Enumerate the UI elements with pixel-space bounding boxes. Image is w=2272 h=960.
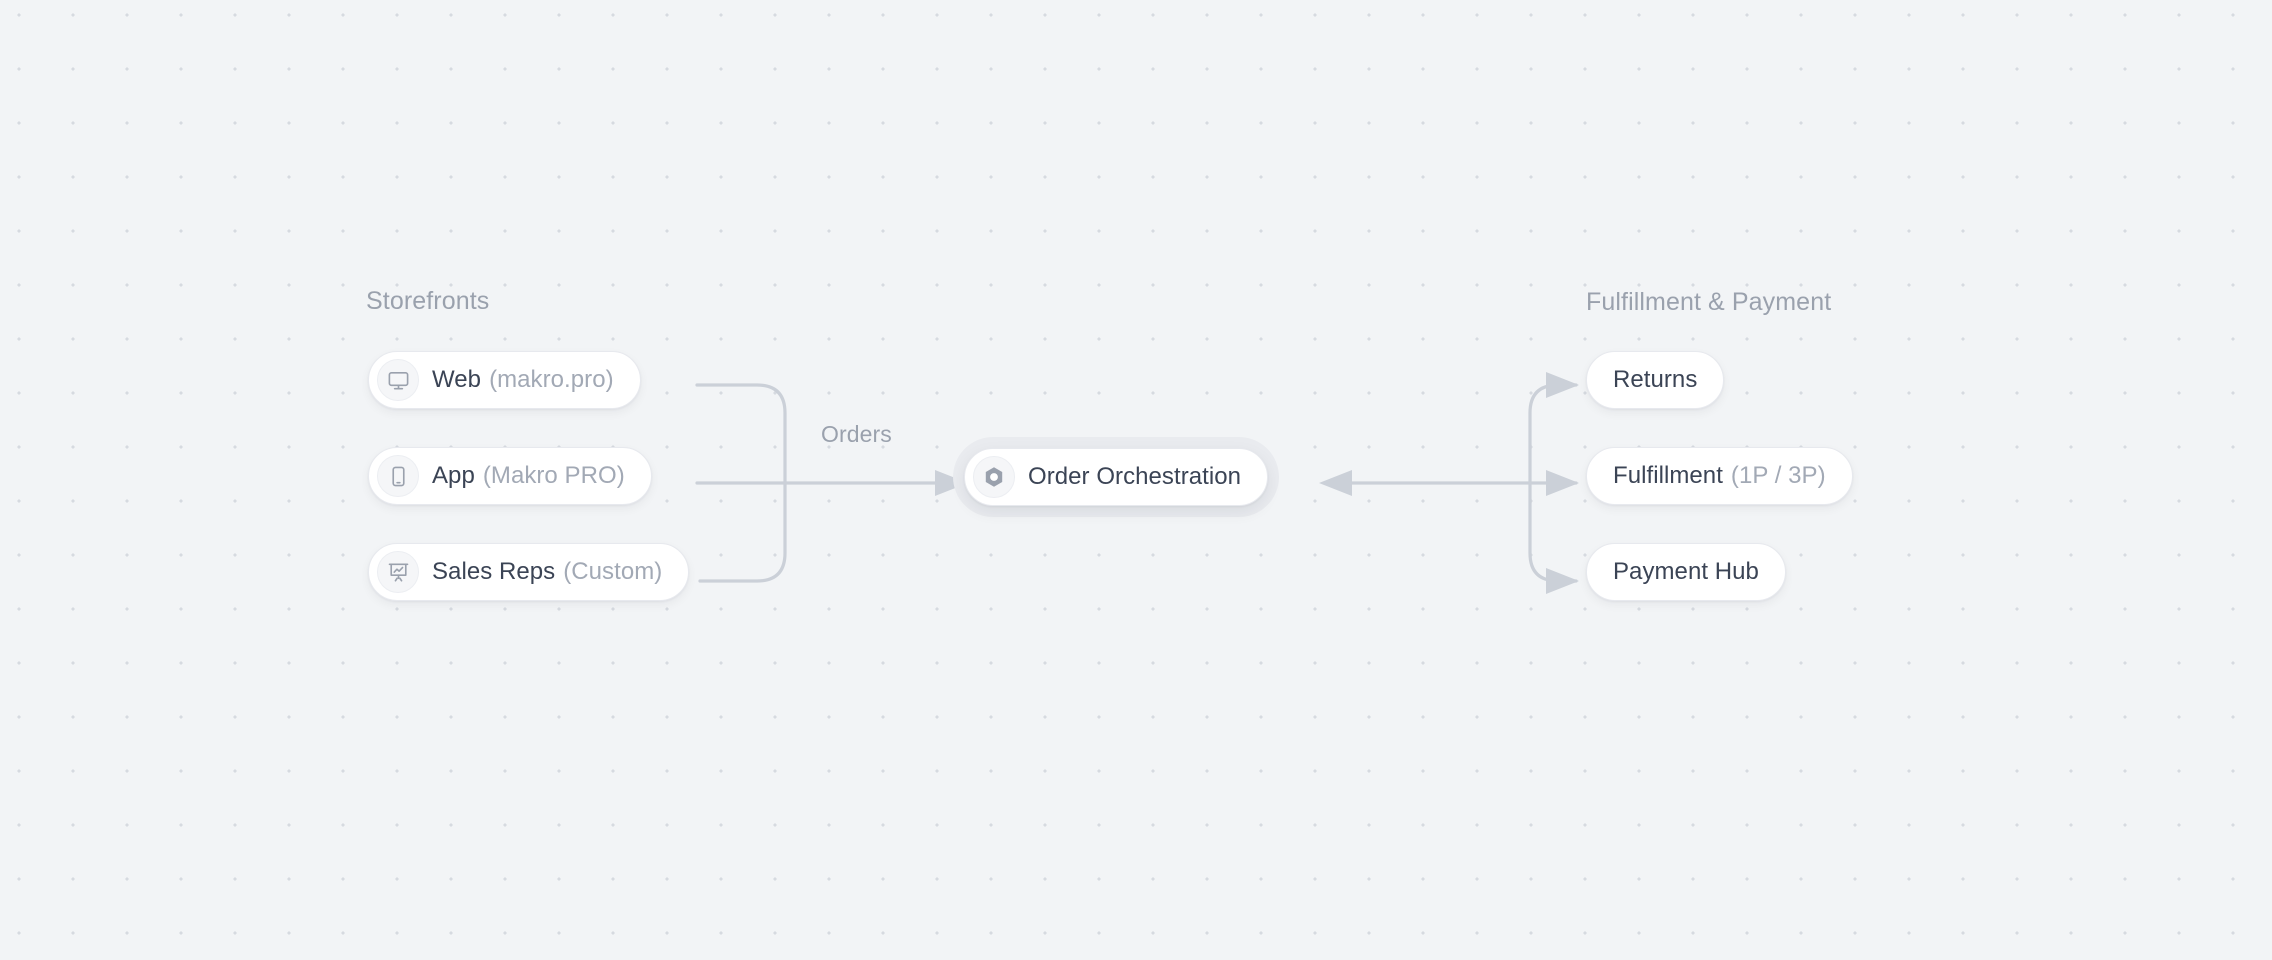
node-label: Sales Reps <box>432 558 556 585</box>
node-order-orchestration[interactable]: Order Orchestration <box>964 448 1269 506</box>
diagram-canvas: Storefronts Fulfillment & Payment Orders… <box>0 0 2272 960</box>
node-fulfillment[interactable]: Fulfillment (1P / 3P) <box>1586 447 1853 505</box>
presentation-icon <box>377 551 419 593</box>
node-sublabel: (1P / 3P) <box>1730 462 1826 489</box>
node-sublabel: (Custom) <box>563 558 663 585</box>
node-label: Fulfillment <box>1613 462 1723 489</box>
edge-label-orders: Orders <box>821 421 892 447</box>
column-heading-fulfillment: Fulfillment & Payment <box>1586 288 1832 316</box>
hex-nut-icon <box>973 456 1015 498</box>
edge-hub-to-fulfillment <box>1319 372 1579 594</box>
column-heading-storefronts: Storefronts <box>366 287 490 315</box>
node-sublabel: (makro.pro) <box>489 366 614 393</box>
node-app[interactable]: App (Makro PRO) <box>368 447 652 505</box>
node-web[interactable]: Web (makro.pro) <box>368 351 641 409</box>
node-label: Order Orchestration <box>1028 463 1242 490</box>
node-label: Returns <box>1613 366 1698 393</box>
edge-storefronts-to-hub <box>695 383 968 583</box>
smartphone-icon <box>377 455 419 497</box>
node-sales-reps[interactable]: Sales Reps (Custom) <box>368 543 690 601</box>
node-label: Web <box>432 366 482 393</box>
node-returns[interactable]: Returns <box>1586 351 1725 409</box>
node-label: App <box>432 462 475 489</box>
node-label: Payment Hub <box>1613 558 1759 585</box>
monitor-icon <box>377 359 419 401</box>
node-hub-halo: Order Orchestration <box>953 437 1280 517</box>
node-payment-hub[interactable]: Payment Hub <box>1586 543 1786 601</box>
node-sublabel: (Makro PRO) <box>482 462 625 489</box>
